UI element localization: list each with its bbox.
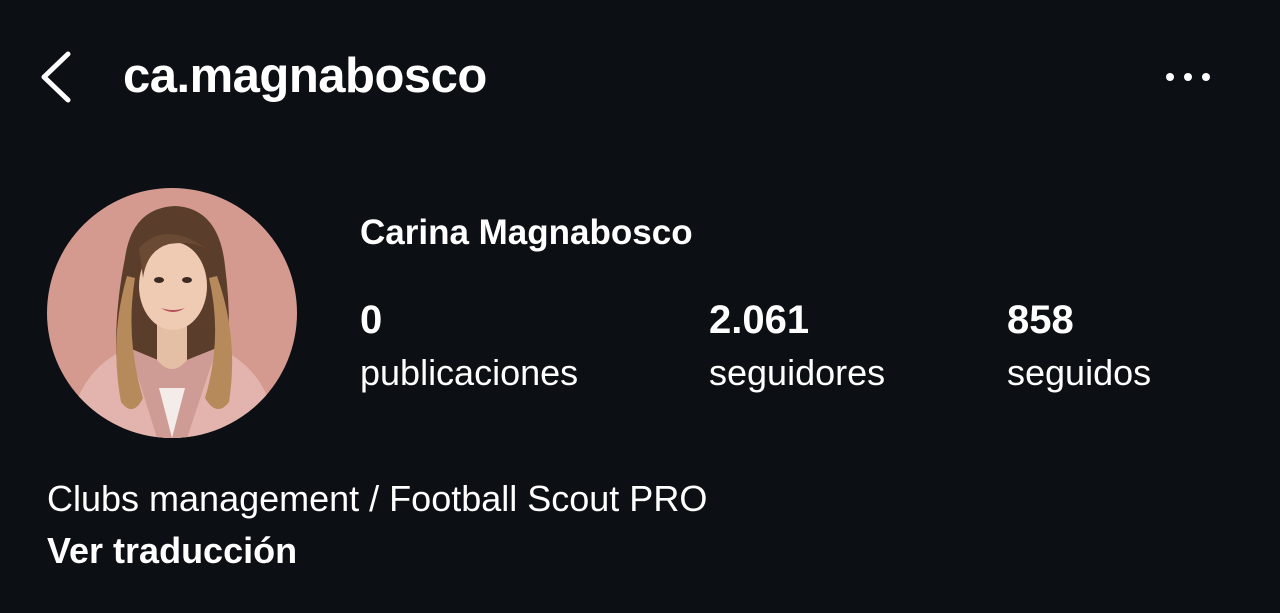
following-count: 858 xyxy=(1007,298,1074,342)
posts-count: 0 xyxy=(360,298,383,342)
profile-photo xyxy=(47,188,297,438)
back-button[interactable] xyxy=(34,48,80,106)
posts-label: publicaciones xyxy=(360,352,579,393)
see-translation-link[interactable]: Ver traducción xyxy=(47,526,297,576)
followers-stat[interactable]: 2.061 seguidores xyxy=(709,292,885,398)
followers-count: 2.061 xyxy=(709,298,810,342)
more-options-button[interactable] xyxy=(1160,62,1218,92)
following-stat[interactable]: 858 seguidos xyxy=(1007,292,1151,398)
chevron-left-icon xyxy=(41,51,71,103)
profile-bio: Clubs management / Football Scout PRO xyxy=(47,478,708,519)
followers-label: seguidores xyxy=(709,352,886,393)
more-horizontal-icon xyxy=(1166,73,1210,81)
profile-username: ca.magnabosco xyxy=(123,49,487,103)
profile-display-name: Carina Magnabosco xyxy=(360,213,693,252)
profile-screen: ca.magnabosco Carina Magnabosco 0 public… xyxy=(0,0,1280,613)
profile-avatar[interactable] xyxy=(47,188,297,438)
posts-stat[interactable]: 0 publicaciones xyxy=(360,292,578,398)
following-label: seguidos xyxy=(1007,352,1152,393)
